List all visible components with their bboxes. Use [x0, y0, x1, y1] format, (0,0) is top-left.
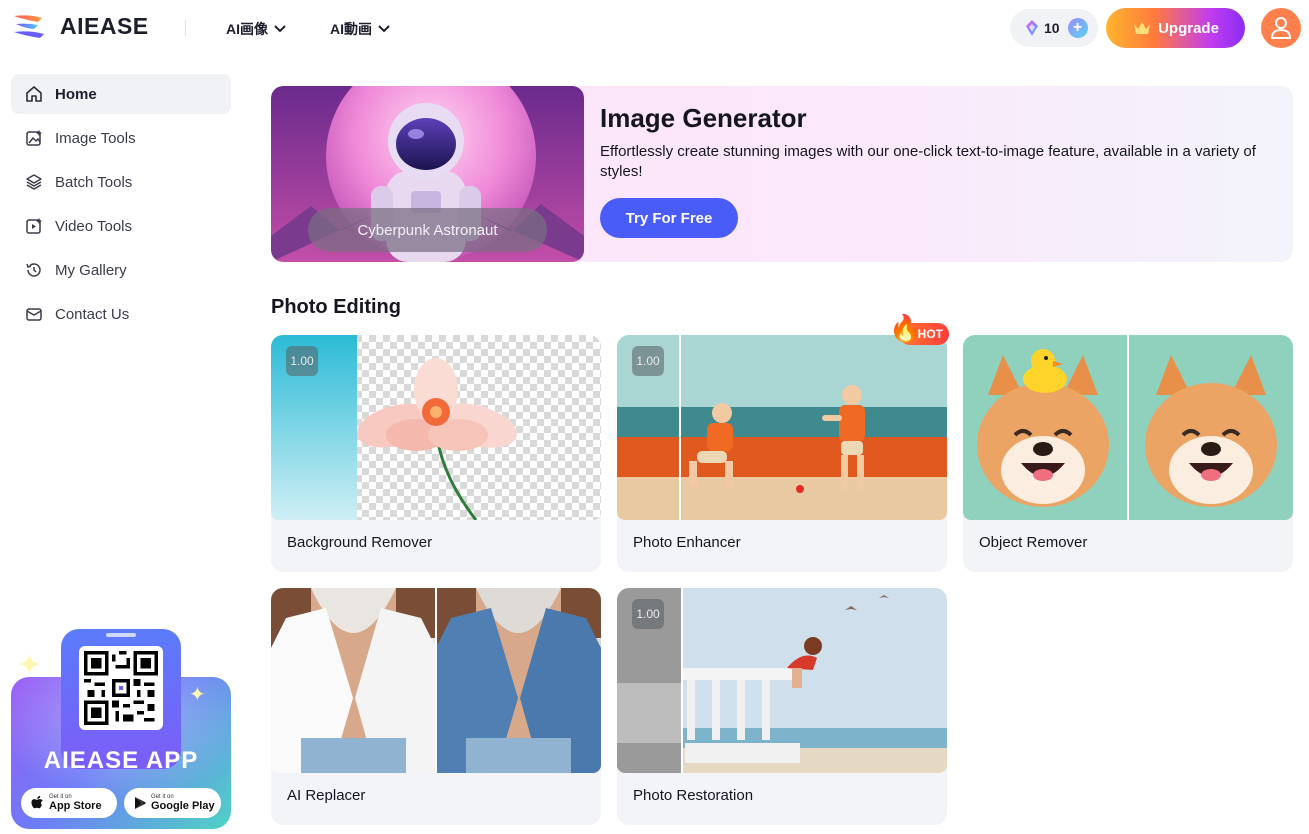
section-title-photo-editing: Photo Editing	[271, 296, 401, 318]
hot-badge: HOT 🔥	[889, 315, 949, 347]
version-badge: 1.00	[632, 599, 664, 629]
banner-description: Effortlessly create stunning images with…	[600, 143, 1256, 180]
sidebar-item-label: Image Tools	[55, 129, 136, 147]
layers-icon	[26, 174, 42, 190]
app-store-button[interactable]: Get it on App Store	[21, 788, 117, 818]
card-label: Background Remover	[287, 534, 433, 551]
version-badge: 1.00	[632, 346, 664, 376]
user-avatar[interactable]	[1261, 8, 1301, 48]
card-thumbnail	[963, 335, 1293, 520]
download-qr-code[interactable]	[79, 646, 163, 730]
photo-restoration-thumbnail	[617, 588, 947, 773]
sidebar-item-my-gallery[interactable]: My Gallery	[11, 250, 231, 290]
app-store-text: Get it on App Store	[49, 794, 102, 812]
logo[interactable]: AIEASE	[12, 12, 149, 40]
history-icon	[26, 263, 41, 277]
background-remover-thumbnail	[271, 335, 601, 520]
sidebar-item-label: Batch Tools	[55, 173, 133, 191]
card-thumbnail	[617, 588, 947, 773]
sidebar-item-label: Home	[55, 85, 97, 103]
video-tools-icon	[26, 218, 42, 234]
banner-image-caption: Cyberpunk Astronaut	[308, 208, 547, 252]
sidebar-item-batch-tools[interactable]: Batch Tools	[11, 162, 231, 202]
card-label: Photo Enhancer	[633, 534, 741, 551]
photo-enhancer-thumbnail	[617, 335, 947, 520]
gem-icon	[1026, 20, 1038, 36]
tool-card-photo-restoration[interactable]: 1.00 Photo Restoration	[617, 588, 947, 825]
chevron-down-icon	[274, 25, 286, 33]
card-thumbnail	[271, 588, 601, 773]
chevron-down-icon	[378, 25, 390, 33]
credits-count: 10	[1044, 20, 1060, 36]
tool-card-background-remover[interactable]: 1.00 Background Remover	[271, 335, 601, 572]
flame-icon: 🔥	[889, 313, 922, 343]
tool-card-photo-enhancer[interactable]: 1.00 HOT 🔥 Photo Enhancer	[617, 315, 949, 572]
image-tools-icon	[26, 130, 42, 146]
promo-title: AIEASE APP	[43, 747, 199, 774]
nav-ai-image[interactable]: AI画像	[226, 19, 286, 39]
sidebar-item-label: Video Tools	[55, 217, 133, 235]
version-badge: 1.00	[286, 346, 318, 376]
phone-notch	[106, 633, 136, 637]
sidebar: Home Image Tools Batch Tools Video Tools…	[11, 74, 231, 338]
sidebar-item-home[interactable]: Home	[11, 74, 231, 114]
apple-icon	[31, 795, 43, 809]
sidebar-item-contact-us[interactable]: Contact Us	[11, 294, 231, 334]
object-remover-thumbnail	[963, 335, 1293, 520]
app-download-promo: ✦ ✦ AIEASE APP Get it on App Store Get i…	[11, 629, 231, 829]
sidebar-item-label: My Gallery	[55, 261, 127, 279]
upgrade-label: Upgrade	[1158, 19, 1219, 37]
qr-code-icon	[84, 651, 158, 725]
app-store-label: App Store	[49, 799, 102, 812]
sparkle-icon: ✦	[189, 684, 206, 706]
google-play-label: Google Play	[151, 799, 215, 812]
card-label: Photo Restoration	[633, 787, 754, 804]
upgrade-button[interactable]: Upgrade	[1106, 8, 1245, 48]
credits-balance[interactable]: 10 +	[1010, 9, 1098, 47]
banner-title: Image Generator	[600, 103, 807, 133]
home-icon	[26, 86, 42, 102]
nav-ai-video[interactable]: AI動画	[330, 19, 390, 39]
mail-icon	[26, 308, 42, 321]
sidebar-item-image-tools[interactable]: Image Tools	[11, 118, 231, 158]
nav-ai-image-label: AI画像	[226, 21, 268, 37]
crown-icon	[1134, 22, 1151, 34]
card-label: AI Replacer	[287, 787, 366, 804]
sidebar-item-label: Contact Us	[55, 305, 130, 323]
google-play-button[interactable]: Get it on Google Play	[124, 788, 221, 818]
card-thumbnail	[617, 335, 947, 520]
aiease-logo-icon	[14, 15, 44, 38]
add-credits-button[interactable]: +	[1067, 18, 1088, 38]
nav-ai-video-label: AI動画	[330, 21, 372, 37]
tool-card-object-remover[interactable]: Object Remover	[963, 335, 1293, 572]
image-generator-banner: Cyberpunk Astronaut Image Generator Effo…	[271, 86, 1293, 262]
top-header: AIEASE AI画像 AI動画 10 + Upgrade	[0, 0, 1309, 56]
try-for-free-button[interactable]: Try For Free	[600, 198, 738, 238]
tool-card-ai-replacer[interactable]: AI Replacer	[271, 588, 601, 825]
sidebar-item-video-tools[interactable]: Video Tools	[11, 206, 231, 246]
sparkle-icon: ✦	[17, 649, 43, 682]
header-divider	[185, 20, 186, 36]
user-icon	[1270, 17, 1292, 39]
google-play-text: Get it on Google Play	[151, 794, 215, 812]
card-label: Object Remover	[979, 534, 1088, 551]
google-play-icon	[135, 797, 146, 809]
ai-replacer-thumbnail	[271, 588, 601, 773]
logo-text: AIEASE	[60, 12, 149, 39]
card-thumbnail	[271, 335, 601, 520]
banner-image[interactable]: Cyberpunk Astronaut	[271, 86, 584, 262]
